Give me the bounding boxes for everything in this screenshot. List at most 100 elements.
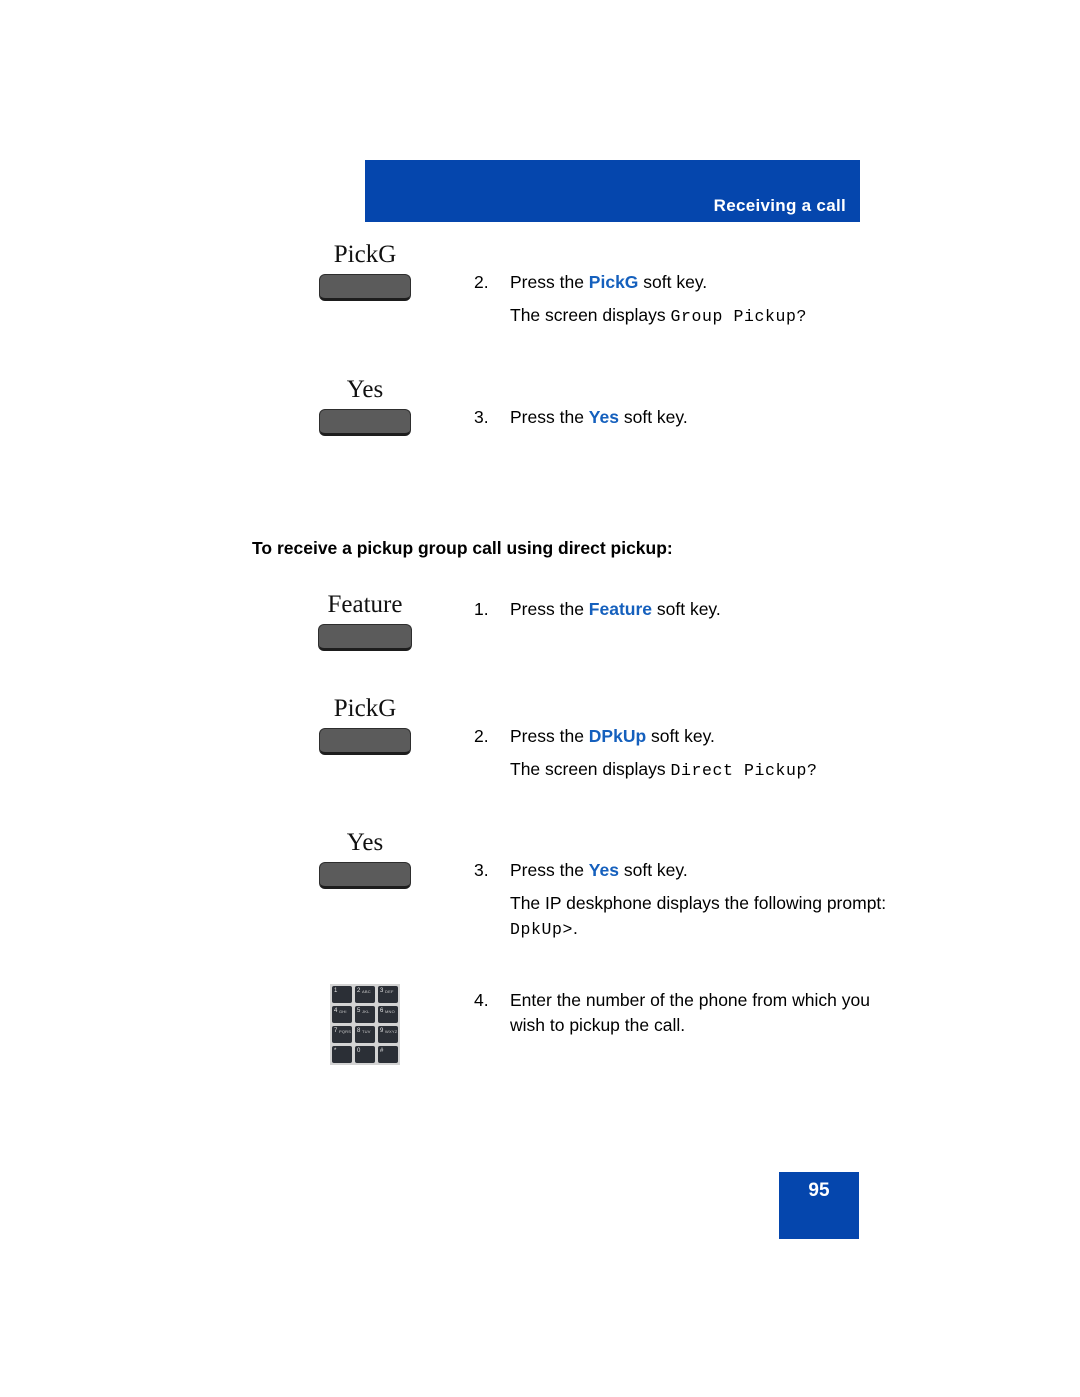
dialpad-key-8[interactable]: 8 TUV (355, 1026, 375, 1043)
step-text-after: soft key. (652, 599, 721, 619)
softkey-name-accent: Yes (588, 407, 619, 427)
dialpad-key-digit: * (334, 1048, 337, 1054)
key-illustration-column: PickG (250, 241, 480, 302)
dialpad-key-digit: 0 (357, 1048, 361, 1054)
step-number: 4. (474, 990, 489, 1010)
key-illustration-column: Yes (250, 376, 480, 437)
dialpad-key-3[interactable]: 3 DEF (378, 986, 398, 1003)
dialpad-key-letters: JKL (362, 1009, 370, 1014)
dialpad-key-4[interactable]: 4 GHI (332, 1006, 352, 1023)
key-illustration-column: PickG (250, 695, 480, 756)
section-header-banner: Receiving a call (365, 160, 860, 222)
step-text-before: Press the (510, 599, 589, 619)
dialpad-icon[interactable]: 1 2 ABC 3 DEF 4 GHI 5 JKL 6 MNO 7 PQRS 8 TUV 9 WXYZ * 0 # (330, 984, 400, 1065)
dialpad-key-digit: 3 (380, 988, 384, 994)
step-instruction: Press the DPkUp soft key. (510, 724, 894, 749)
softkey-graphic-pickg-direct[interactable] (319, 728, 411, 756)
step-text-column: 3. Press the Yes soft key. (474, 405, 894, 430)
step-sub-line: The screen displays Direct Pickup? (510, 757, 894, 782)
step-text-after: soft key. (638, 272, 708, 292)
section-heading: To receive a pickup group call using dir… (252, 538, 673, 558)
step-line: 3. Press the Yes soft key. (474, 405, 894, 430)
step-text-column: 3. Press the Yes soft key. The IP deskph… (474, 858, 894, 941)
softkey-name-accent: Feature (588, 599, 653, 619)
key-illustration-column: 1 2 ABC 3 DEF 4 GHI 5 JKL 6 MNO 7 PQRS 8 TUV 9 WXYZ * 0 # (250, 984, 480, 1065)
dialpad-key-*[interactable]: * (332, 1046, 352, 1063)
step-line: 3. Press the Yes soft key. (474, 858, 894, 883)
sub-text-before: The IP deskphone displays the following … (510, 892, 887, 913)
step-number: 3. (474, 407, 489, 427)
dialpad-key-letters: ABC (362, 989, 371, 994)
softkey-label-pickg: PickG (333, 241, 397, 268)
dialpad-key-6[interactable]: 6 MNO (378, 1006, 398, 1023)
dialpad-key-7[interactable]: 7 PQRS (332, 1026, 352, 1043)
step-line: 1. Press the Feature soft key. (474, 597, 894, 622)
dialpad-key-#[interactable]: # (378, 1046, 398, 1063)
softkey-graphic-yes[interactable] (319, 409, 411, 437)
step-number: 2. (474, 726, 489, 746)
softkey-label-pickg-direct: PickG (333, 695, 397, 722)
step-instruction: Enter the number of the phone from which… (510, 990, 870, 1035)
step-number: 3. (474, 860, 489, 880)
dialpad-key-2[interactable]: 2 ABC (355, 986, 375, 1003)
step-text-column: 2. Press the DPkUp soft key. The screen … (474, 724, 894, 782)
dialpad-key-5[interactable]: 5 JKL (355, 1006, 375, 1023)
step-line: 4. Enter the number of the phone from wh… (474, 988, 894, 1038)
dialpad-key-digit: 6 (380, 1008, 384, 1014)
softkey-graphic-feature[interactable] (318, 624, 412, 652)
screen-prompt-text: DpkUp> (510, 919, 574, 939)
step-text-column: 2. Press the PickG soft key. The screen … (474, 270, 894, 328)
step-sub-line: The IP deskphone displays the following … (510, 891, 894, 941)
dialpad-key-letters: WXYZ (385, 1029, 398, 1034)
softkey-label-yes: Yes (346, 376, 384, 403)
softkey-name-accent: PickG (588, 272, 639, 292)
step-text-column: 1. Press the Feature soft key. (474, 597, 894, 622)
dialpad-key-digit: 8 (357, 1028, 361, 1034)
step-text-after: soft key. (618, 860, 688, 880)
softkey-graphic-pickg[interactable] (319, 274, 411, 302)
step-instruction: Press the Yes soft key. (510, 405, 894, 430)
dialpad-key-digit: 2 (357, 988, 361, 994)
dialpad-key-letters: GHI (339, 1009, 347, 1014)
softkey-label-feature: Feature (327, 591, 403, 618)
dialpad-key-digit: 1 (334, 988, 338, 994)
step-sub-line: The screen displays Group Pickup? (510, 303, 894, 328)
key-illustration-column: Yes (250, 829, 480, 890)
dialpad-key-digit: 7 (334, 1028, 338, 1034)
softkey-label-yes-direct: Yes (346, 829, 384, 856)
key-illustration-column: Feature (250, 591, 480, 652)
dialpad-key-letters: MNO (385, 1009, 395, 1014)
dialpad-key-letters: DEF (385, 989, 394, 994)
section-header-title: Receiving a call (713, 196, 846, 215)
step-instruction: Press the PickG soft key. (510, 270, 894, 295)
sub-text-before: The screen displays (510, 304, 671, 325)
document-page: Receiving a call PickG 2. Press the Pick… (0, 0, 1080, 1397)
step-instruction: Press the Yes soft key. (510, 858, 894, 883)
dialpad-key-digit: 4 (334, 1008, 338, 1014)
step-instruction: Press the Feature soft key. (510, 597, 894, 622)
step-text-after: soft key. (646, 726, 715, 746)
dialpad-key-digit: # (380, 1048, 384, 1054)
step-text-before: Press the (510, 726, 589, 746)
softkey-name-accent: DPkUp (588, 726, 647, 746)
step-line: 2. Press the PickG soft key. (474, 270, 894, 295)
step-number: 1. (474, 599, 489, 619)
step-text-before: Press the (510, 860, 589, 880)
screen-display-text: Direct Pickup? (670, 760, 818, 780)
step-text-column: 4. Enter the number of the phone from wh… (474, 988, 894, 1038)
step-text-after: soft key. (618, 407, 688, 427)
step-line: 2. Press the DPkUp soft key. (474, 724, 894, 749)
dialpad-key-1[interactable]: 1 (332, 986, 352, 1003)
dialpad-key-digit: 5 (357, 1008, 361, 1014)
dialpad-key-letters: TUV (362, 1029, 371, 1034)
step-number: 2. (474, 272, 489, 292)
screen-display-text: Group Pickup? (670, 306, 808, 326)
dialpad-key-digit: 9 (380, 1028, 384, 1034)
softkey-name-accent: Yes (588, 860, 619, 880)
dialpad-key-0[interactable]: 0 (355, 1046, 375, 1063)
dialpad-key-letters: PQRS (339, 1029, 352, 1034)
dialpad-key-9[interactable]: 9 WXYZ (378, 1026, 398, 1043)
step-text-before: Press the (510, 272, 589, 292)
page-number-badge: 95 (779, 1172, 859, 1239)
softkey-graphic-yes-direct[interactable] (319, 862, 411, 890)
